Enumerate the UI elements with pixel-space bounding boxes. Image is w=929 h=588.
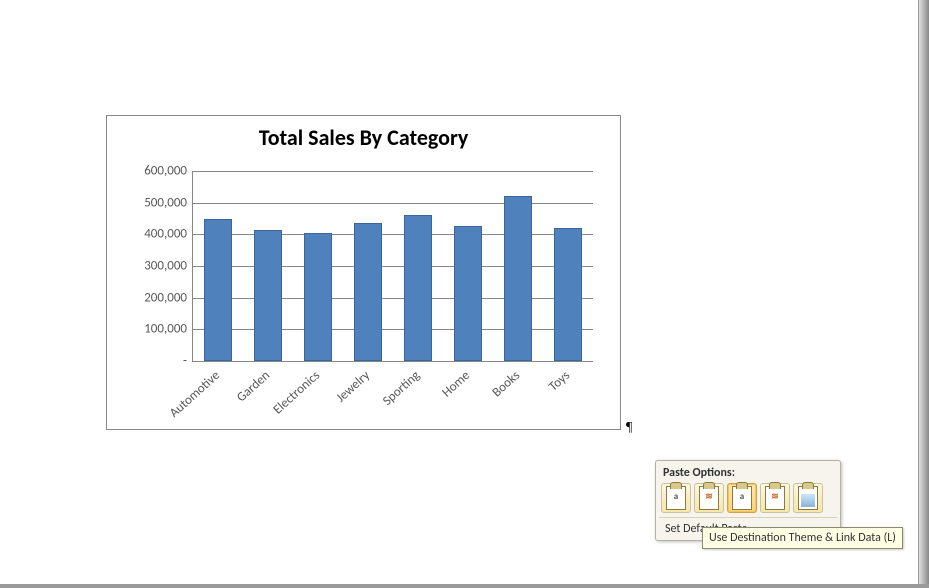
chart-bar [254,230,282,361]
paste-tooltip: Use Destination Theme & Link Data (L) [702,527,903,549]
chart-x-tick-label: Automotive [167,368,223,421]
chart-x-tick-label: Garden [234,368,273,405]
chart-bar [454,226,482,361]
chart-x-tick-label: Electronics [270,368,323,417]
paragraph-mark: ¶ [626,420,632,436]
chart-y-tick-label: 300,000 [117,259,193,274]
chart-bar [504,196,532,361]
chart-gridline [193,298,593,299]
paste-use-destination-theme-link[interactable]: a [727,483,757,513]
clipboard-icon: ≋ [765,486,785,510]
paste-use-destination-theme-embed[interactable]: a [661,483,691,513]
chart-bar [304,233,332,361]
chart-y-tick-label: 500,000 [117,195,193,210]
clipboard-icon: a [666,486,686,510]
page-bottom-edge [0,584,929,588]
chart-y-tick-label: 600,000 [117,164,193,179]
chart-bar [354,223,382,361]
chart-plot-area: -100,000200,000300,000400,000500,000600,… [192,171,593,362]
paste-as-picture[interactable] [793,483,823,513]
paste-options-icons: a ≋ a ≋ [659,483,837,517]
chart-x-tick-label: Sporting [380,368,423,409]
chart-x-tick-label: Jewelry [334,368,374,406]
chart-gridline [193,266,593,267]
clipboard-icon: a [732,486,752,510]
chart-gridline [193,234,593,235]
paste-options-title: Paste Options: [659,464,837,483]
paste-keep-source-formatting-embed[interactable]: ≋ [694,483,724,513]
chart-bar [404,215,432,361]
chart-gridline [193,203,593,204]
chart-y-tick-label: 100,000 [117,322,193,337]
chart-gridline [193,329,593,330]
document-page: Total Sales By Category -100,000200,0003… [0,0,929,588]
page-right-edge [918,0,929,588]
clipboard-icon [798,486,818,510]
chart-gridline [193,171,593,172]
chart-x-tick-label: Home [439,368,473,400]
chart-title: Total Sales By Category [107,124,620,151]
chart-x-tick-label: Books [489,368,523,400]
chart-x-labels: AutomotiveGardenElectronicsJewelrySporti… [192,364,592,424]
chart-frame[interactable]: Total Sales By Category -100,000200,0003… [106,115,621,430]
clipboard-icon: ≋ [699,486,719,510]
chart-y-tick-label: 200,000 [117,290,193,305]
paste-keep-source-formatting-link[interactable]: ≋ [760,483,790,513]
chart-y-tick-label: 400,000 [117,227,193,242]
chart-bar [554,228,582,361]
chart-y-tick-label: - [117,354,193,369]
chart-bar [204,219,232,362]
chart-x-tick-label: Toys [546,368,573,394]
